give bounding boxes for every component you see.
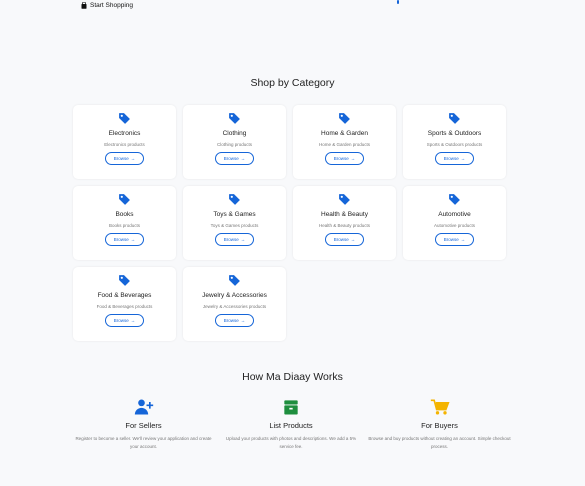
category-grid: Electronics Electronics products Browse →… — [73, 105, 506, 341]
step-for-sellers: For Sellers Register to become a seller.… — [72, 398, 215, 451]
tag-icon — [119, 194, 130, 205]
browse-label: Browse — [223, 237, 239, 242]
category-card: Health & Beauty Health & Beauty products… — [293, 186, 396, 260]
browse-button[interactable]: Browse → — [215, 314, 254, 327]
store-icon — [284, 400, 298, 415]
arrow-right-icon: → — [130, 237, 136, 242]
step-title: For Sellers — [125, 421, 162, 430]
category-card: Home & Garden Home & Garden products Bro… — [293, 105, 396, 179]
browse-button[interactable]: Browse → — [325, 152, 364, 165]
category-name: Clothing — [222, 130, 247, 137]
step-for-buyers: For Buyers Browse and buy products witho… — [367, 398, 512, 451]
category-card: Automotive Automotive products Browse → — [403, 186, 506, 260]
browse-button[interactable]: Browse → — [215, 233, 254, 246]
browse-button[interactable]: Browse → — [325, 233, 364, 246]
tag-icon — [229, 113, 240, 124]
browse-button[interactable]: Browse → — [435, 233, 474, 246]
step-description: Upload your products with photos and des… — [225, 436, 357, 449]
browse-button[interactable]: Browse → — [105, 152, 144, 165]
category-description: Electronics products — [104, 142, 145, 147]
start-shopping-button[interactable]: Start Shopping — [81, 2, 133, 9]
category-card: Toys & Games Toys & Games products Brows… — [183, 186, 286, 260]
tag-icon — [449, 113, 460, 124]
browse-label: Browse — [443, 237, 459, 242]
category-description: Sports & Outdoors products — [426, 142, 483, 147]
browse-label: Browse — [223, 156, 239, 161]
arrow-right-icon: → — [240, 156, 246, 161]
category-name: Sports & Outdoors — [427, 130, 482, 137]
browse-label: Browse — [333, 237, 349, 242]
arrow-right-icon: → — [240, 318, 246, 323]
how-it-works-title: How Ma Diaay Works — [242, 371, 343, 383]
browse-label: Browse — [113, 156, 129, 161]
tag-icon — [339, 113, 350, 124]
category-description: Health & Beauty products — [318, 223, 371, 228]
browse-button[interactable]: Browse → — [215, 152, 254, 165]
browse-label: Browse — [333, 156, 349, 161]
shopping-cart-icon — [430, 399, 450, 415]
arrow-right-icon: → — [240, 237, 246, 242]
browse-button[interactable]: Browse → — [435, 152, 474, 165]
tag-icon — [119, 113, 130, 124]
how-it-works-steps: For Sellers Register to become a seller.… — [72, 398, 512, 451]
category-card: Books Books products Browse → — [73, 186, 176, 260]
add-user-icon — [134, 399, 153, 415]
shopping-bag-icon — [81, 2, 87, 9]
browse-label: Browse — [223, 318, 239, 323]
shop-by-category-title: Shop by Category — [250, 77, 335, 89]
browse-label: Browse — [443, 156, 459, 161]
category-card: Jewelry & Accessories Jewelry & Accessor… — [183, 267, 286, 341]
arrow-right-icon: → — [350, 237, 356, 242]
arrow-right-icon: → — [460, 156, 466, 161]
arrow-right-icon: → — [130, 156, 136, 161]
category-name: Food & Beverages — [97, 292, 152, 299]
arrow-right-icon: → — [460, 237, 466, 242]
step-list-products: List Products Upload your products with … — [218, 398, 364, 451]
category-description: Jewelry & Accessories products — [202, 304, 267, 309]
category-description: Clothing products — [216, 142, 253, 147]
category-name: Toys & Games — [213, 211, 256, 218]
tag-icon — [119, 275, 130, 286]
category-description: Books products — [108, 223, 141, 228]
start-shopping-label: Start Shopping — [90, 2, 134, 9]
tag-icon — [339, 194, 350, 205]
step-description: Browse and buy products without creating… — [368, 436, 511, 449]
arrow-right-icon: → — [350, 156, 356, 161]
browse-label: Browse — [113, 318, 129, 323]
category-name: Health & Beauty — [321, 211, 368, 218]
category-name: Automotive — [438, 211, 471, 218]
category-card: Electronics Electronics products Browse → — [73, 105, 176, 179]
browse-button[interactable]: Browse → — [105, 314, 144, 327]
category-description: Toys & Games products — [210, 223, 259, 228]
category-name: Electronics — [108, 130, 141, 137]
category-name: Books — [115, 211, 134, 218]
category-name: Home & Garden — [321, 130, 368, 137]
category-card: Sports & Outdoors Sports & Outdoors prod… — [403, 105, 506, 179]
browse-label: Browse — [113, 237, 129, 242]
category-card: Food & Beverages Food & Beverages produc… — [73, 267, 176, 341]
step-description: Register to become a seller. We'll revie… — [75, 436, 212, 449]
tag-icon — [449, 194, 460, 205]
category-description: Food & Beverages products — [96, 304, 153, 309]
category-name: Jewelry & Accessories — [202, 292, 267, 299]
browse-button[interactable]: Browse → — [105, 233, 144, 246]
tag-icon — [229, 275, 240, 286]
step-title: List Products — [269, 421, 313, 430]
step-title: For Buyers — [421, 421, 458, 430]
header-accent-mark — [397, 0, 399, 4]
category-description: Automotive products — [433, 223, 476, 228]
category-card: Clothing Clothing products Browse → — [183, 105, 286, 179]
tag-icon — [229, 194, 240, 205]
arrow-right-icon: → — [130, 318, 136, 323]
category-description: Home & Garden products — [318, 142, 371, 147]
